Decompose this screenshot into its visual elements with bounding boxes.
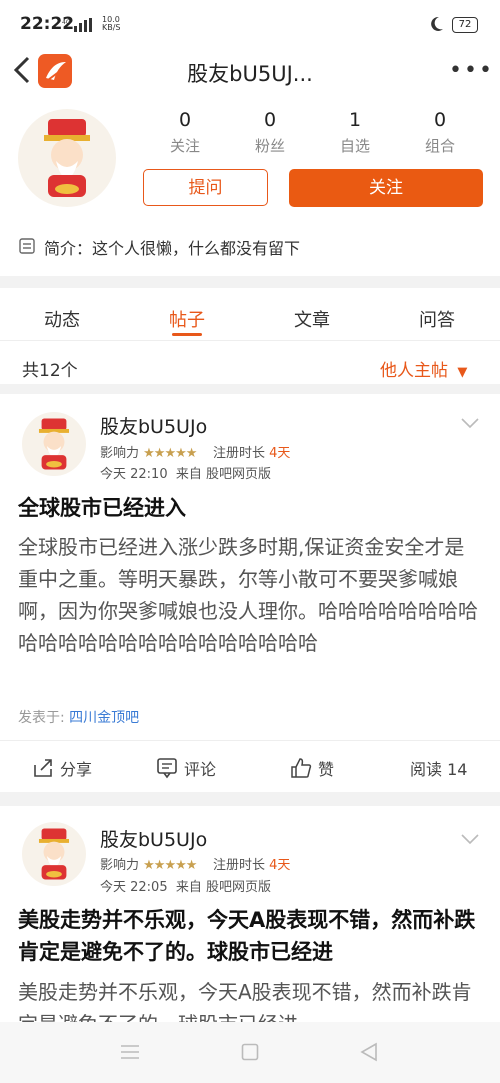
post-body[interactable]: 全球股市已经进入涨少跌多时期,保证资金安全才是重中之重。等明天暴跌，尔等小散可不… — [18, 531, 482, 659]
post-time: 今天 22:05 来自 股吧网页版 — [100, 880, 272, 895]
comment-button[interactable]: 评论 — [156, 756, 216, 780]
post-time: 今天 22:10 来自 股吧网页版 — [100, 467, 272, 482]
post-avatar[interactable] — [22, 412, 86, 476]
tab-activity[interactable]: 动态 — [22, 306, 102, 332]
post-author[interactable]: 股友bU5UJo — [100, 825, 207, 852]
svg-text:4G: 4G — [62, 19, 71, 26]
share-icon — [34, 759, 52, 777]
influence-stars: ★★★★★ — [143, 446, 197, 461]
chevron-down-icon[interactable] — [460, 414, 480, 435]
stat-fans[interactable]: 0 粉丝 — [228, 109, 312, 156]
stat-portfolio[interactable]: 0 组合 — [398, 109, 482, 156]
tab-qa[interactable]: 问答 — [397, 306, 477, 332]
read-count: 阅读 14 — [410, 760, 468, 779]
section-divider — [0, 792, 500, 806]
thumbs-up-icon — [291, 758, 312, 778]
status-bar: 22:22 4G 10.0 KB/S 72 — [0, 0, 500, 48]
post-avatar[interactable] — [22, 822, 86, 886]
section-divider — [0, 384, 500, 394]
dropdown-triangle-icon: ▼ — [457, 365, 468, 380]
tab-posts[interactable]: 帖子 — [147, 306, 227, 332]
post-count: 共12个 — [22, 361, 78, 381]
post-divider — [0, 740, 500, 741]
avatar[interactable] — [18, 109, 116, 207]
battery-icon: 72 — [452, 17, 478, 33]
section-divider — [0, 276, 500, 288]
post-author-meta: 影响力 ★★★★★ 注册时长 4天 — [100, 446, 291, 461]
tab-active-indicator — [172, 333, 202, 336]
page-title: 股友bU5UJ... — [187, 62, 313, 86]
stat-watchlist[interactable]: 1 自选 — [313, 109, 397, 156]
post-title[interactable]: 全球股市已经进入 — [18, 492, 488, 524]
post-author[interactable]: 股友bU5UJo — [100, 412, 207, 439]
comment-icon — [157, 758, 177, 779]
posted-in: 发表于: 四川金顶吧 — [18, 710, 140, 726]
back-nav-icon[interactable] — [360, 1042, 378, 1066]
filter-dropdown[interactable]: 他人主帖 ▼ — [380, 356, 467, 381]
stat-following[interactable]: 0 关注 — [143, 109, 227, 156]
post-author-meta: 影响力 ★★★★★ 注册时长 4天 — [100, 858, 291, 873]
posted-in-link[interactable]: 四川金顶吧 — [69, 710, 139, 726]
post-title[interactable]: 美股走势并不乐观，今天A股表现不错，然而补跌肯定是避免不了的。球股市已经进 — [18, 904, 482, 968]
profile-intro: 简介：这个人很懒，什么都没有留下 — [44, 239, 301, 258]
influence-stars: ★★★★★ — [143, 858, 197, 873]
net-speed: 10.0 KB/S — [102, 15, 121, 32]
post-body[interactable]: 美股走势并不乐观，今天A股表现不错，然而补跌肯定是避免不了的。球股市已经进 — [18, 976, 482, 1022]
signal-icon: 4G — [62, 17, 96, 36]
system-nav-bar — [0, 1022, 500, 1083]
chevron-down-icon[interactable] — [460, 830, 480, 851]
like-button[interactable]: 赞 — [290, 756, 334, 780]
home-icon[interactable] — [241, 1043, 259, 1065]
more-icon[interactable]: ••• — [449, 58, 494, 83]
tabs-divider — [0, 340, 500, 341]
menu-icon[interactable] — [120, 1044, 140, 1064]
share-button[interactable]: 分享 — [32, 756, 92, 780]
tab-articles[interactable]: 文章 — [272, 306, 352, 332]
do-not-disturb-icon — [428, 16, 444, 36]
follow-button[interactable]: 关注 — [289, 169, 483, 207]
intro-icon — [18, 237, 36, 259]
ask-button[interactable]: 提问 — [143, 169, 268, 206]
filter-label: 他人主帖 — [380, 361, 448, 381]
